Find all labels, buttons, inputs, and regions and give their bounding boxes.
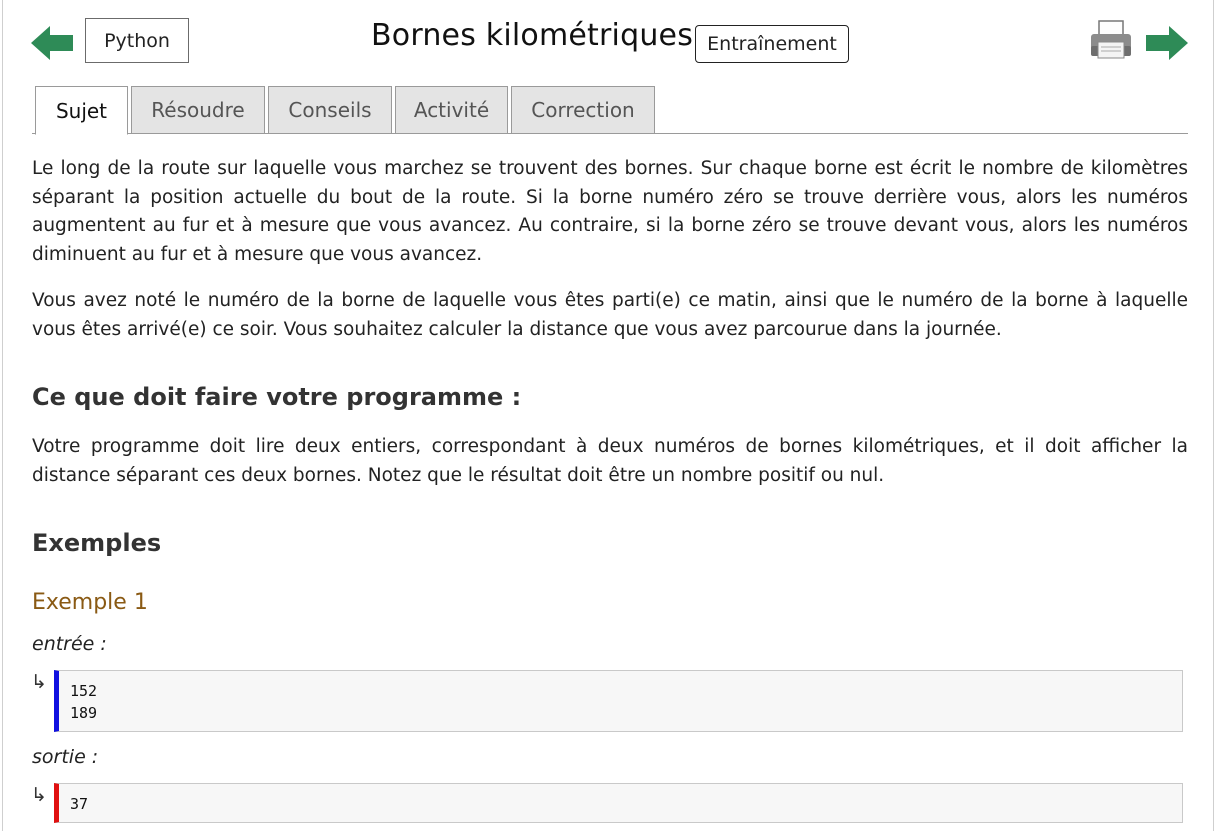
example-input-box: 152 189 xyxy=(54,670,1183,732)
input-line: 152 xyxy=(70,682,98,700)
output-line: 37 xyxy=(70,795,89,813)
intro-paragraph-1: Le long de la route sur laquelle vous ma… xyxy=(32,158,1188,265)
page-title: Bornes kilométriques xyxy=(371,18,694,53)
input-line: 189 xyxy=(70,704,98,722)
input-arrow-icon: ↳ xyxy=(31,671,47,693)
tab-resoudre[interactable]: Résoudre xyxy=(131,86,265,134)
mode-badge: Entraînement xyxy=(695,25,849,63)
examples-heading: Exemples xyxy=(32,529,162,557)
left-arrow-icon[interactable] xyxy=(31,26,73,60)
tab-correction[interactable]: Correction xyxy=(511,86,655,134)
output-label: sortie : xyxy=(32,746,99,768)
input-label: entrée : xyxy=(32,633,107,655)
program-heading: Ce que doit faire votre programme : xyxy=(32,383,522,411)
tab-sujet[interactable]: Sujet xyxy=(35,86,128,135)
language-button[interactable]: Python xyxy=(85,18,189,63)
example-output-box: 37 xyxy=(54,783,1183,823)
tab-conseils[interactable]: Conseils xyxy=(268,86,392,134)
program-description: Votre programme doit lire deux entiers, … xyxy=(32,436,1188,486)
example-1-heading: Exemple 1 xyxy=(32,590,148,615)
tab-activite[interactable]: Activité xyxy=(395,86,508,134)
printer-icon[interactable] xyxy=(1089,20,1133,60)
page-border-left xyxy=(2,0,3,831)
intro-paragraph-2: Vous avez noté le numéro de la borne de … xyxy=(32,290,1188,340)
page-border-right xyxy=(1213,0,1214,831)
right-arrow-icon[interactable] xyxy=(1146,26,1188,60)
output-arrow-icon: ↳ xyxy=(31,784,47,806)
